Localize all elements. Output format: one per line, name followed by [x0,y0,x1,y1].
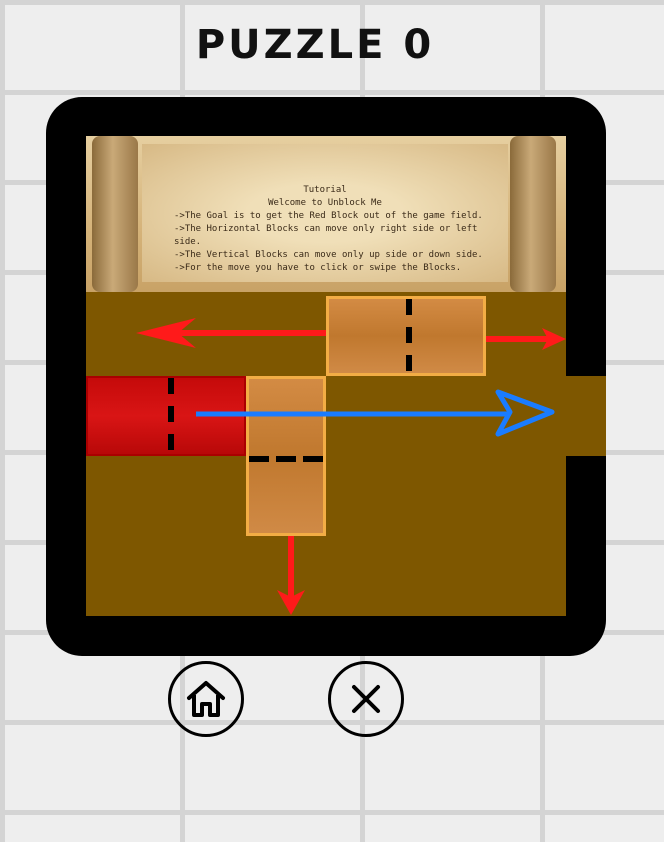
home-icon [187,681,225,717]
home-button[interactable] [168,661,244,737]
close-icon [352,685,380,713]
goal-exit-arrow [196,389,555,437]
right-move-arrow [486,328,566,350]
close-button[interactable] [328,661,404,737]
left-move-arrow [136,318,326,348]
down-move-arrow [277,536,305,615]
